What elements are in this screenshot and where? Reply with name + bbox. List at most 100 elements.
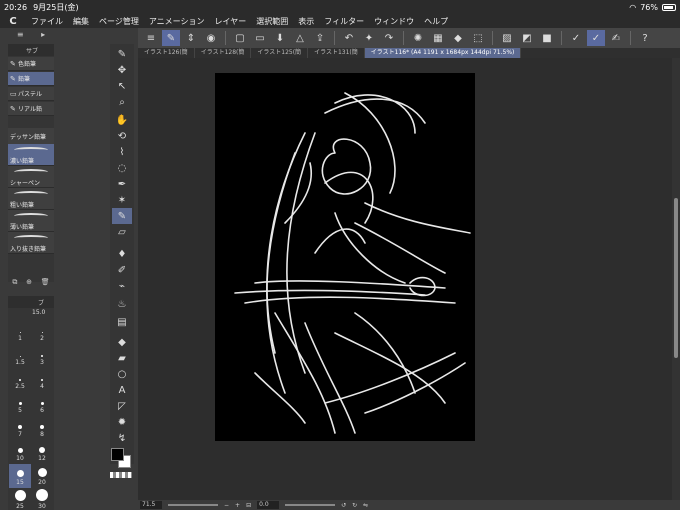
lasso-icon[interactable]: ◌ <box>112 160 132 176</box>
brush-size-option[interactable]: 2 <box>31 320 53 344</box>
tab-document[interactable]: イラスト128(簡 <box>195 48 252 58</box>
brush-item[interactable]: シャーペン <box>8 166 54 188</box>
brush-icon[interactable]: ♦ <box>112 246 132 262</box>
add-icon[interactable]: ⊕ <box>26 278 32 290</box>
rotate-icon[interactable]: ⟲ <box>112 128 132 144</box>
zoom-in-icon[interactable]: + <box>235 502 240 509</box>
airbrush-icon[interactable]: ✐ <box>112 262 132 278</box>
rotate-right-icon[interactable]: ↻ <box>352 502 357 509</box>
text-icon[interactable]: A <box>112 382 132 398</box>
gradient-icon[interactable]: ▰ <box>112 350 132 366</box>
zoom-slider[interactable] <box>168 504 218 506</box>
tab-document[interactable]: イラスト131(簡 <box>308 48 365 58</box>
clear-selection-icon[interactable]: ▨ <box>498 30 516 46</box>
sparkle-icon[interactable]: ✦ <box>360 30 378 46</box>
move-tool-icon[interactable]: ✥ <box>112 62 132 78</box>
invert-icon[interactable]: ◩ <box>518 30 536 46</box>
brush-size-option[interactable]: 12 <box>31 440 53 464</box>
blend-icon[interactable]: ⌁ <box>112 278 132 294</box>
operation-tool-icon[interactable]: ↖ <box>112 78 132 94</box>
menu-help[interactable]: ヘルプ <box>419 16 453 27</box>
subtool-group-real-pencil[interactable]: ✎ リアル鉛 <box>8 102 54 116</box>
copy-icon[interactable]: ⧉ <box>12 278 17 290</box>
menu-selection[interactable]: 選択範囲 <box>251 16 293 27</box>
brush-size-option[interactable]: 5 <box>9 392 31 416</box>
menu-icon[interactable]: ≡ <box>17 30 24 42</box>
brush-item[interactable]: 入り抜き鉛筆 <box>8 232 54 254</box>
help-icon[interactable]: ? <box>636 30 654 46</box>
menu-page[interactable]: ページ管理 <box>94 16 144 27</box>
figure-icon[interactable]: ○ <box>112 366 132 382</box>
brush-size-option[interactable]: 6 <box>31 392 53 416</box>
trash-icon[interactable]: 🗑 <box>41 278 50 290</box>
panel-option-icon[interactable]: ▸ <box>41 30 45 42</box>
eye-icon[interactable]: ◉ <box>202 30 220 46</box>
menu-layer[interactable]: レイヤー <box>210 16 252 27</box>
water-icon[interactable]: ♨ <box>112 296 132 312</box>
brush-size-option[interactable]: 8 <box>31 416 53 440</box>
transparent-color-swatch[interactable] <box>110 472 132 478</box>
check-pen-active-icon[interactable]: ✓ <box>587 30 605 46</box>
foreground-color-swatch[interactable] <box>111 448 124 461</box>
brush-item[interactable]: 粗い鉛筆 <box>8 188 54 210</box>
magnifier-icon[interactable]: ⌕ <box>112 94 132 110</box>
transform-icon[interactable]: ⬚ <box>469 30 487 46</box>
menu-view[interactable]: 表示 <box>293 16 319 27</box>
save-icon[interactable]: ⬇ <box>271 30 289 46</box>
square-icon[interactable]: ■ <box>538 30 556 46</box>
subtool-group-pencil[interactable]: ✎ 鉛筆 <box>8 72 54 86</box>
vertical-scrollbar[interactable] <box>672 58 680 500</box>
menu-edit[interactable]: 編集 <box>68 16 94 27</box>
brush-item[interactable]: 薄い鉛筆 <box>8 210 54 232</box>
new-file-icon[interactable]: ▢ <box>231 30 249 46</box>
pen-underline-icon[interactable]: ✍ <box>607 30 625 46</box>
brush-size-option[interactable]: 30 <box>31 488 53 510</box>
scrollbar-thumb[interactable] <box>674 198 678 358</box>
grid-icon[interactable]: ▦ <box>429 30 447 46</box>
menu-window[interactable]: ウィンドウ <box>369 16 419 27</box>
loading-icon[interactable]: ✺ <box>409 30 427 46</box>
pen-icon[interactable]: ✒ <box>112 176 132 192</box>
rotate-left-icon[interactable]: ↺ <box>341 502 346 509</box>
brush-size-option[interactable]: 7 <box>9 416 31 440</box>
rotate-slider[interactable] <box>285 504 336 506</box>
updown-icon[interactable]: ⇕ <box>182 30 200 46</box>
correction-icon[interactable]: ↯ <box>112 430 132 446</box>
app-logo-icon[interactable]: C <box>0 16 26 27</box>
tab-document[interactable]: イラスト125(簡 <box>251 48 309 58</box>
brush-size-option[interactable]: 3 <box>31 344 53 368</box>
menu-icon[interactable]: ≡ <box>142 30 160 46</box>
brush-size-value[interactable]: 15.0 <box>20 309 50 319</box>
open-folder-icon[interactable]: ▭ <box>251 30 269 46</box>
brush-item-selected[interactable]: 濃い鉛筆 <box>8 144 54 166</box>
zoom-tool-icon[interactable]: ✎ <box>112 46 132 62</box>
brush-size-option[interactable]: 1 <box>9 320 31 344</box>
magic-wand-icon[interactable]: ✶ <box>112 192 132 208</box>
tab-document-active[interactable]: イラスト116* (A4 1191 x 1684px 144dpi 71.5%) <box>364 48 522 58</box>
flip-icon[interactable]: ⇋ <box>363 502 368 509</box>
brush-size-option[interactable]: 25 <box>9 488 31 510</box>
check-pen-icon[interactable]: ✓ <box>567 30 585 46</box>
drawing-canvas[interactable] <box>215 73 475 441</box>
subtool-group-pastel[interactable]: ▭ パステル <box>8 87 54 101</box>
angle-value[interactable]: 0.0 <box>257 501 280 509</box>
menu-animation[interactable]: アニメーション <box>144 16 210 27</box>
fill-icon[interactable]: ◆ <box>449 30 467 46</box>
export-icon[interactable]: △ <box>291 30 309 46</box>
brush-size-option[interactable]: 10 <box>9 440 31 464</box>
brush-size-option[interactable]: 20 <box>31 464 53 488</box>
redo-icon[interactable]: ↷ <box>380 30 398 46</box>
balloon-icon[interactable]: ◸ <box>112 398 132 414</box>
hand-tool-icon[interactable]: ✋ <box>112 112 132 128</box>
subtool-group-colored-pencil[interactable]: ✎ 色鉛筆 <box>8 57 54 71</box>
tab-document[interactable]: イラスト126(簡 <box>138 48 195 58</box>
sparkle-icon[interactable]: ✹ <box>112 414 132 430</box>
zoom-out-icon[interactable]: − <box>224 502 229 509</box>
menu-file[interactable]: ファイル <box>26 16 68 27</box>
eraser-icon[interactable]: ▱ <box>112 224 132 240</box>
fill-icon[interactable]: ◆ <box>112 334 132 350</box>
pencil-tool-icon[interactable]: ✎ <box>112 208 132 224</box>
brush-size-option[interactable]: 15 <box>9 464 31 488</box>
zoom-value[interactable]: 71.5 <box>140 501 162 509</box>
brush-size-option[interactable]: 1.5 <box>9 344 31 368</box>
